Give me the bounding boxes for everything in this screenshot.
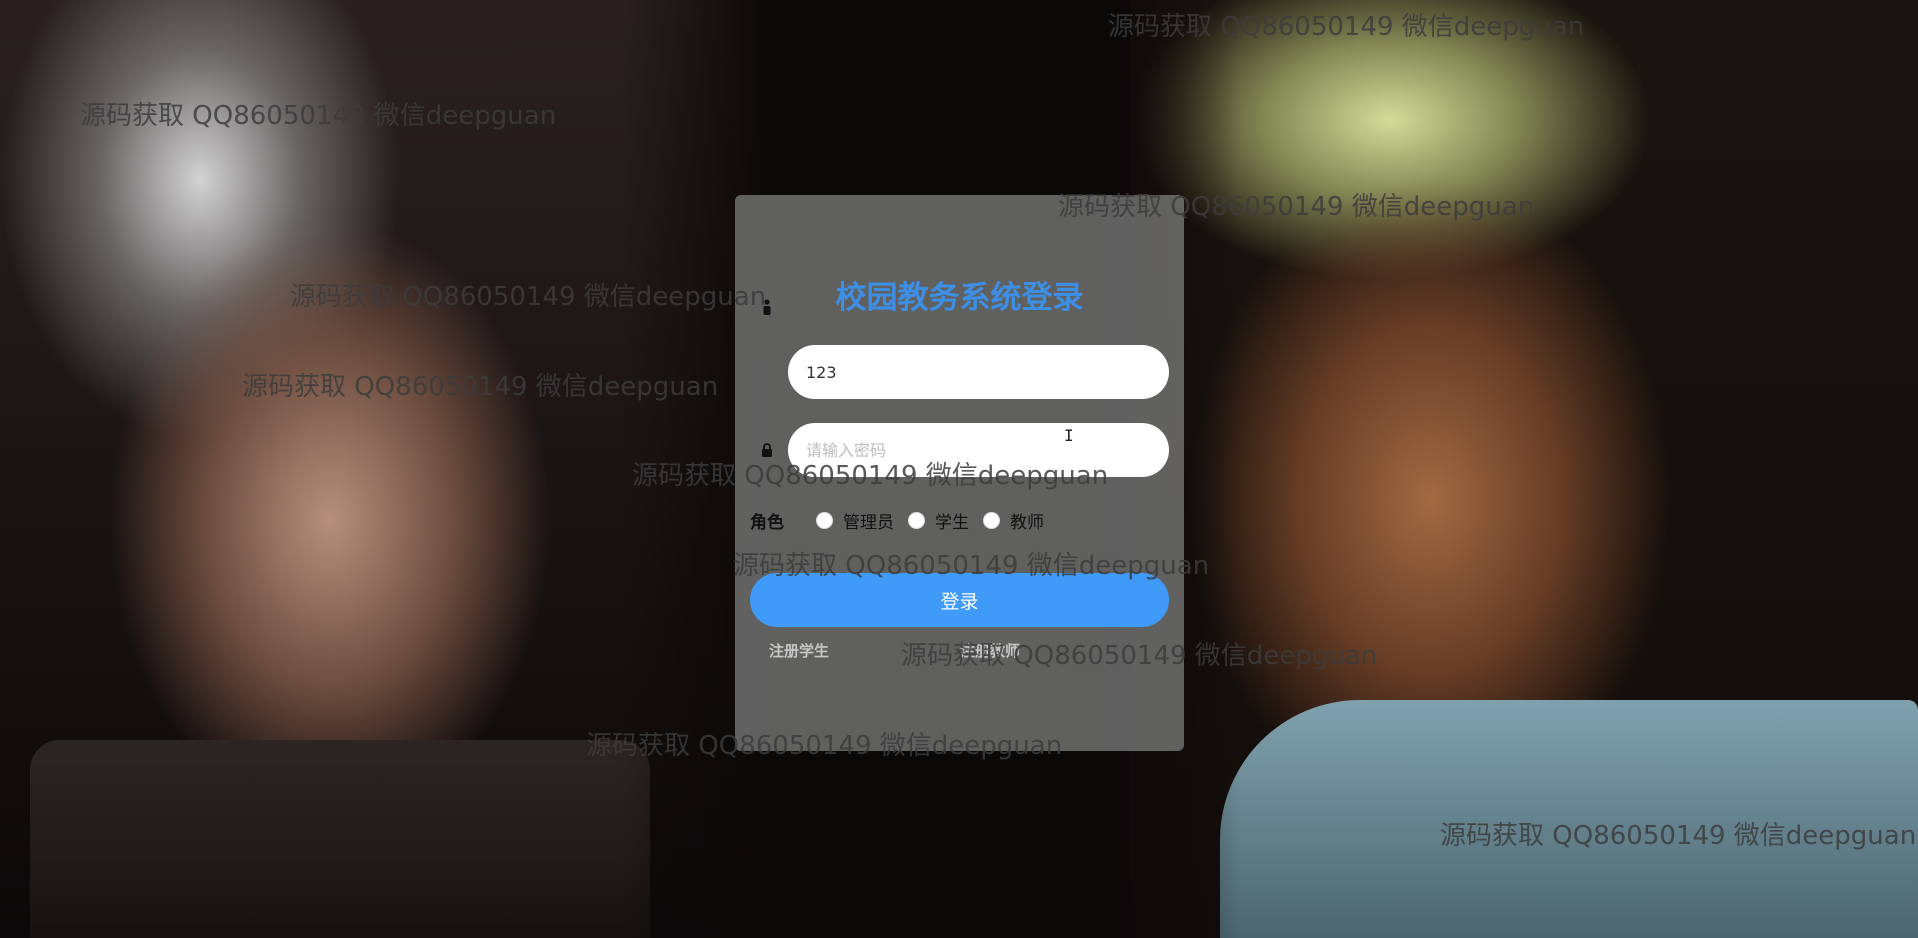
password-input[interactable] — [788, 423, 1169, 477]
radio-circle-icon[interactable] — [816, 511, 833, 529]
role-radio-admin[interactable]: 管理员 — [816, 508, 894, 533]
background-jeans-right — [1220, 700, 1918, 938]
register-teacher-link[interactable]: 注册教师 — [960, 640, 1020, 661]
background-jeans-left — [30, 740, 650, 938]
login-button[interactable]: 登录 — [750, 573, 1169, 627]
role-teacher-label: 教师 — [1010, 512, 1044, 533]
role-selector: 角色 管理员 学生 教师 — [750, 508, 1058, 533]
role-student-label: 学生 — [935, 512, 969, 533]
radio-circle-icon[interactable] — [983, 511, 1000, 529]
role-label: 角色 — [750, 512, 784, 533]
register-student-link[interactable]: 注册学生 — [769, 640, 829, 661]
username-input[interactable] — [788, 345, 1169, 399]
radio-circle-icon[interactable] — [908, 511, 925, 529]
role-admin-label: 管理员 — [843, 512, 894, 533]
lock-icon — [757, 440, 777, 460]
user-icon — [757, 297, 777, 317]
role-radio-teacher[interactable]: 教师 — [983, 508, 1044, 533]
login-title: 校园教务系统登录 — [835, 280, 1084, 316]
text-cursor-icon: I — [1064, 426, 1074, 445]
role-radio-student[interactable]: 学生 — [908, 508, 969, 533]
login-card: 校园教务系统登录 角色 管理员 学生 — [735, 195, 1184, 751]
login-page: 校园教务系统登录 角色 管理员 学生 — [0, 0, 1918, 938]
